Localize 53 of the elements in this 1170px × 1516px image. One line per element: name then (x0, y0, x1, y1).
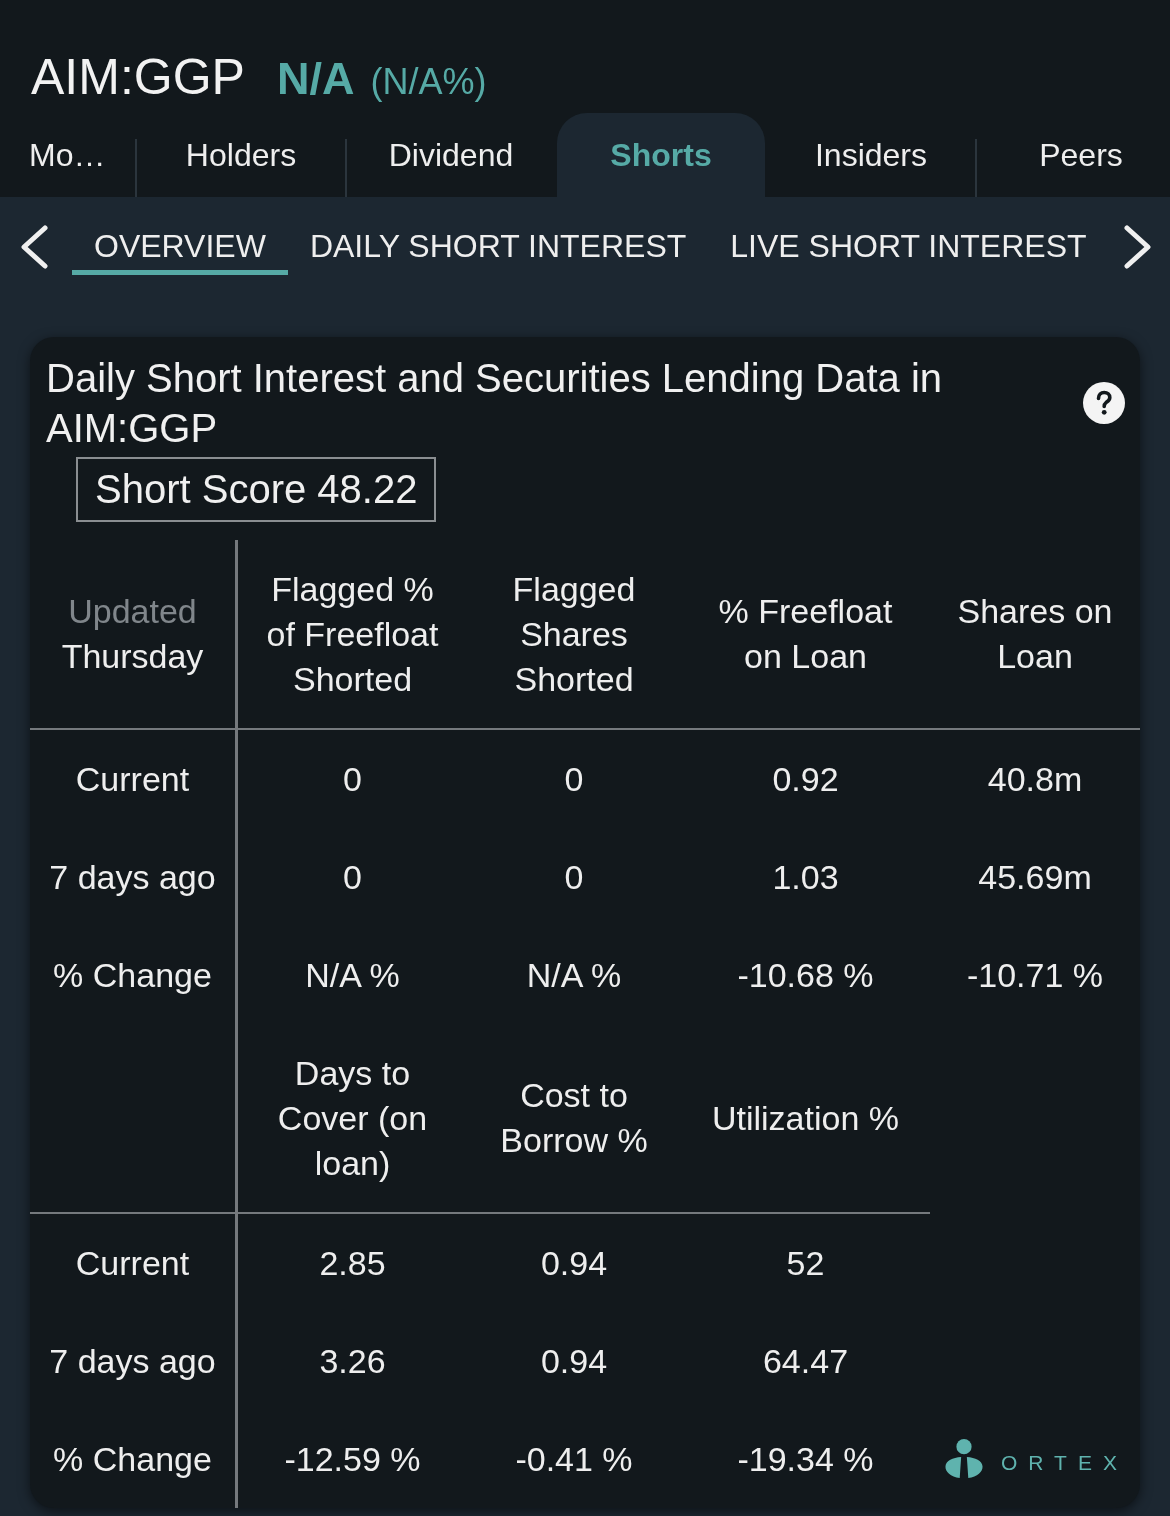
updated-day: Thursday (61, 634, 204, 679)
chevron-right-icon[interactable] (1124, 225, 1152, 269)
column-header: Utilization % (710, 1097, 901, 1139)
short-score: Short Score 48.22 (76, 457, 437, 522)
table-cell-text: 40.8m (986, 758, 1084, 800)
help-icon[interactable] (1083, 382, 1125, 424)
table-cell-text: 0 (563, 758, 585, 800)
table-cell-text: 1.03 (771, 856, 840, 898)
logo-icon (945, 1439, 983, 1479)
table-cell-text: -0.41 % (514, 1438, 634, 1480)
column-header: % Freefloat on Loan (717, 591, 894, 677)
table-cell-text: -10.71 % (965, 954, 1105, 996)
chevron-left-icon[interactable] (20, 225, 48, 269)
row-label: % Change (52, 1438, 213, 1480)
table-cell: 0 (235, 828, 467, 926)
table-cell-text: 0.94 (539, 1340, 609, 1382)
tab[interactable]: Mo… (0, 113, 135, 197)
tab[interactable]: Holders (137, 113, 345, 197)
column-header: Cost to Borrow % (499, 1075, 649, 1161)
sub-tab[interactable]: LIVE SHORT INTEREST (708, 223, 1109, 275)
row-label: Current (74, 1242, 191, 1284)
table-cell-text: 0 (563, 856, 585, 898)
row-label: 7 days ago (48, 1340, 217, 1382)
tab[interactable]: Peers (977, 113, 1170, 197)
brand-name: ORTEX (1001, 1450, 1128, 1476)
table-cell-text: 52 (785, 1242, 826, 1284)
table-cell-text: 0.92 (771, 758, 840, 800)
table-cell-text: -10.68 % (736, 954, 875, 996)
price-change: (N/A%) (370, 61, 487, 103)
row-label: Current (74, 758, 191, 800)
table-cell: 0 (235, 730, 467, 828)
updated-label: Updated (68, 591, 197, 632)
table-cell-text: 45.69m (977, 856, 1093, 898)
card-title: Daily Short Interest and Securities Lending Data in AIM:GGP (46, 355, 944, 452)
column-header: Flagged Shares Shorted (511, 568, 637, 700)
table-cell-text: N/A % (525, 954, 623, 996)
table-cell-text: 0.94 (539, 1242, 609, 1284)
table-cell: -12.59 % (235, 1410, 467, 1508)
ticker-symbol: AIM:GGP (31, 48, 245, 106)
column-header: Shares on Loan (956, 591, 1114, 677)
price: N/A (276, 53, 355, 105)
table-cell: 3.26 (235, 1312, 467, 1410)
sub-tab[interactable]: DAILY SHORT INTEREST (287, 223, 709, 275)
table-cell-text: 64.47 (761, 1340, 850, 1382)
sub-tab[interactable]: OVERVIEW (72, 223, 288, 275)
table-cell: N/A % (235, 926, 467, 1024)
row-label: 7 days ago (48, 856, 217, 898)
tab[interactable]: Dividend (347, 113, 555, 197)
table-cell: 2.85 (235, 1214, 467, 1312)
tab[interactable]: Insiders (767, 113, 975, 197)
tab[interactable]: Shorts (557, 113, 765, 197)
row-label: % Change (52, 954, 213, 996)
table-cell-text: -19.34 % (736, 1438, 875, 1480)
